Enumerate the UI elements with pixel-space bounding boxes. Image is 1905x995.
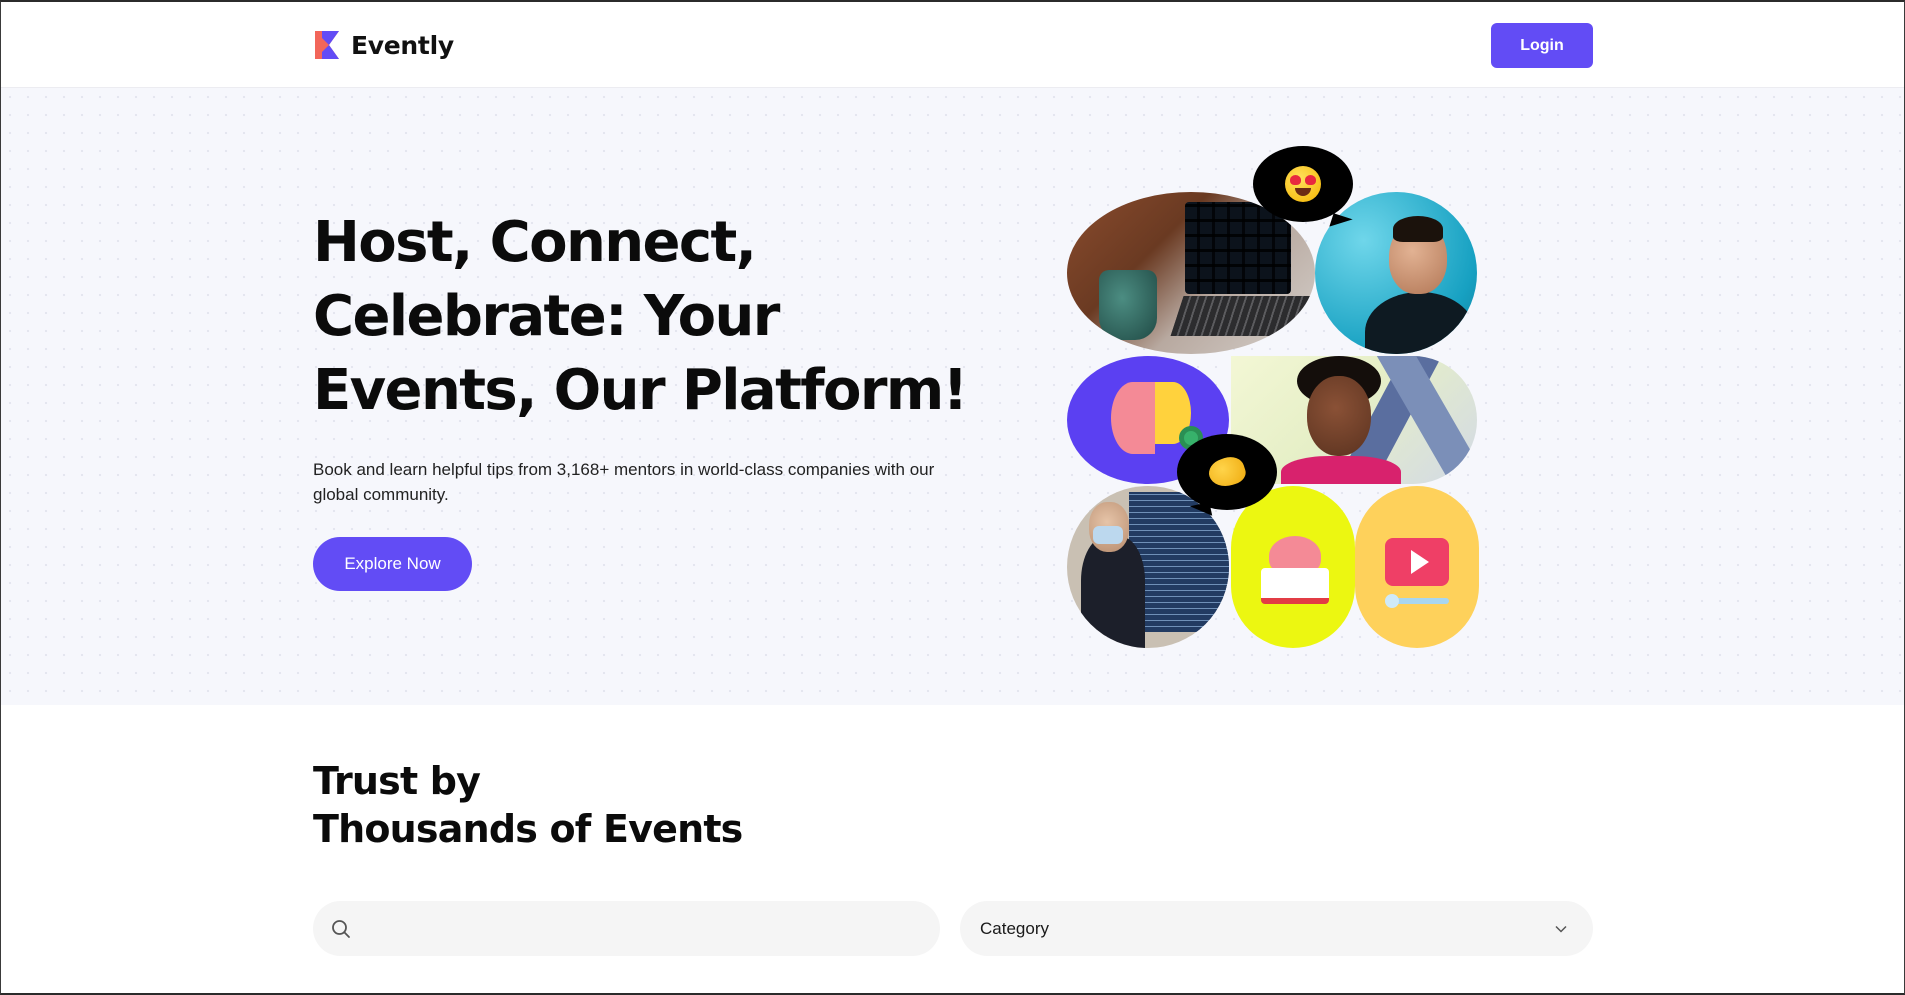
open-book-icon — [1261, 568, 1329, 604]
hero-subtitle: Book and learn helpful tips from 3,168+ … — [313, 460, 935, 504]
woman-shirt-shape — [1281, 456, 1401, 484]
speech-bubble — [1253, 146, 1353, 222]
event-search-box[interactable] — [313, 901, 940, 956]
mug-shape — [1099, 270, 1157, 340]
hero-title: Host, Connect, Celebrate: Your Events, O… — [313, 206, 1013, 428]
pinched-hand-emoji-icon — [1205, 453, 1249, 491]
man-body-shape — [1365, 292, 1475, 354]
brain-book-illustration — [1231, 486, 1355, 648]
video-player-illustration — [1355, 486, 1479, 648]
hero-title-line: Host, Connect, — [313, 210, 757, 275]
play-icon — [1411, 550, 1429, 574]
category-select[interactable]: Category — [960, 901, 1593, 956]
heart-icon — [1305, 175, 1316, 185]
category-select-value: Category — [980, 918, 1049, 938]
hero-title-line: Events, Our Platform! — [313, 358, 968, 423]
chevron-down-icon — [1555, 925, 1567, 933]
heart-eyes-emoji-icon — [1285, 166, 1321, 202]
top-navbar: Evently Login — [1, 2, 1904, 88]
search-icon — [332, 919, 350, 938]
speech-bubble — [1177, 434, 1277, 510]
trust-section-title: Trust by Thousands of Events — [313, 757, 913, 853]
heart-icon — [1290, 175, 1301, 185]
trust-title-line: Trust by — [313, 759, 481, 803]
smile-shape — [1295, 188, 1311, 196]
progress-knob-shape — [1385, 594, 1399, 608]
man-hair-shape — [1393, 216, 1443, 242]
hero-collage — [1061, 146, 1481, 648]
woman-face-shape — [1307, 376, 1371, 456]
search-input[interactable] — [363, 908, 903, 949]
brand-logo[interactable]: Evently — [313, 29, 454, 61]
face-mask-shape — [1093, 526, 1123, 544]
brand-name: Evently — [351, 30, 454, 60]
trust-title-line: Thousands of Events — [313, 807, 743, 851]
explore-now-button[interactable]: Explore Now — [313, 537, 472, 591]
login-button[interactable]: Login — [1491, 23, 1593, 68]
evently-logo-icon — [315, 31, 339, 59]
hero-title-line: Celebrate: Your — [313, 284, 780, 349]
hero-section: Host, Connect, Celebrate: Your Events, O… — [1, 88, 1904, 705]
brain-icon — [1111, 382, 1155, 454]
app-frame: Evently Login Host, Connect, Celebrate: … — [0, 0, 1905, 995]
teacher-body-shape — [1081, 536, 1145, 648]
laptop-keyboard-shape — [1170, 296, 1314, 336]
